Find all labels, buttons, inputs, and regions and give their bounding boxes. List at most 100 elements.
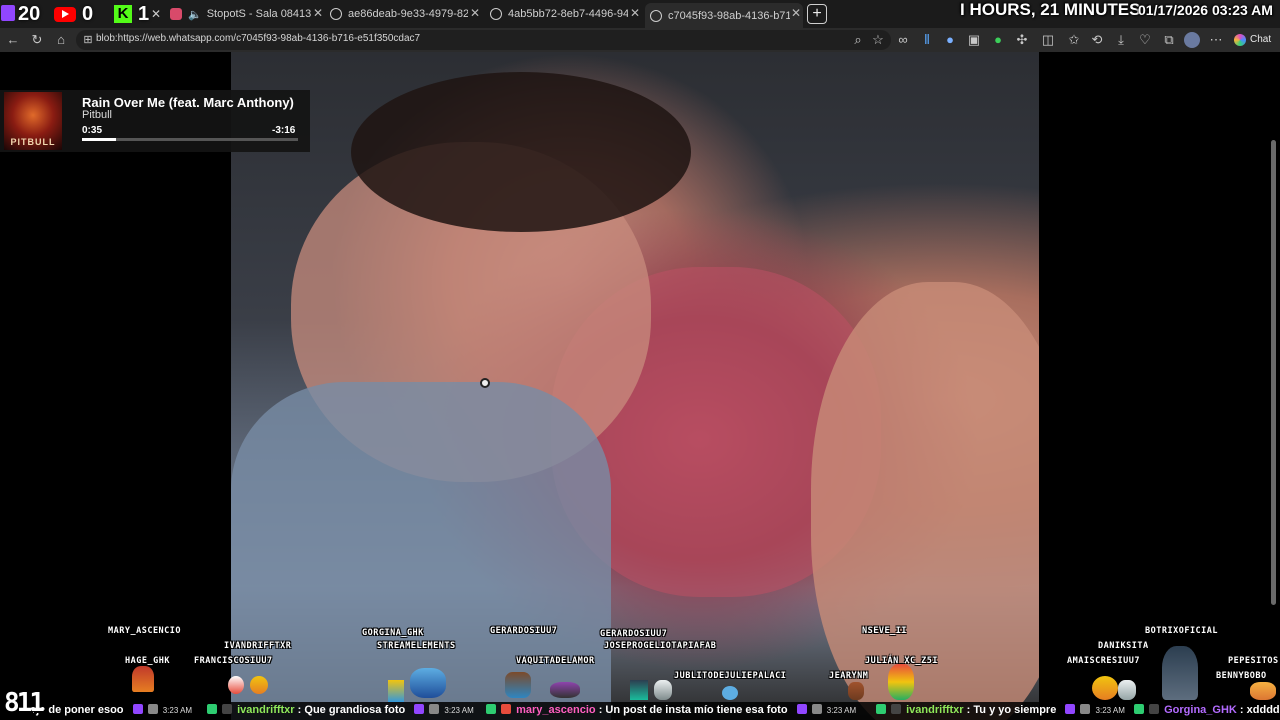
chat-text: xdddd: [1246, 704, 1280, 716]
close-tab-icon[interactable]: ✕: [468, 6, 482, 20]
chat-message: eja de poner esoo 3:23 AM: [30, 704, 192, 716]
twitch-badge-icon: [796, 704, 807, 714]
kick-badge-icon: [429, 704, 440, 714]
check-badge-icon: [486, 704, 496, 714]
chat-ticker: eja de poner esoo 3:23 AM ivandrifftxr :…: [0, 702, 1280, 720]
mod-badge-icon: [1149, 704, 1160, 714]
close-tab-icon[interactable]: ✕: [311, 6, 325, 20]
zoom-icon[interactable]: ⌕: [850, 32, 866, 48]
kick-viewer-count: 1: [138, 3, 150, 25]
avatar[interactable]: [1184, 32, 1200, 48]
tab-stopots[interactable]: 🔈 StopotS - Sala 08413 ✕: [170, 3, 325, 25]
zoom-cursor-icon: [480, 378, 490, 388]
viewer-sprite-icon: [1092, 676, 1118, 700]
back-arrow-icon[interactable]: ←: [5, 32, 21, 48]
viewer-sprite-icon: [1118, 680, 1136, 700]
tab-title: c7045f93-98ab-4136-b716-e51f3: [668, 9, 790, 22]
kick-badge-icon: [1080, 704, 1091, 714]
chat-time: 3:23 AM: [826, 706, 857, 715]
more-menu-icon[interactable]: ⋯: [1208, 32, 1224, 48]
download-icon[interactable]: ⤓: [1113, 32, 1129, 48]
viewer-sprite-icon: [250, 676, 268, 694]
extension-audio-icon[interactable]: ⦀: [919, 32, 935, 48]
viewer-name: JUBLITODEJULIEPALACI: [674, 671, 787, 681]
chat-username: ivandrifftxr: [906, 704, 964, 716]
twitch-badge-icon: [132, 704, 143, 714]
heart-badge-icon: [501, 704, 512, 714]
globe-icon: [330, 8, 342, 20]
extensions-puzzle-icon[interactable]: ✣: [1014, 32, 1030, 48]
tab-blob-active[interactable]: c7045f93-98ab-4136-b716-e51f3 ✕: [645, 3, 803, 28]
viewer-name: GERARDOSIUU7: [490, 626, 558, 636]
screenshot-icon[interactable]: ⧉: [1161, 32, 1177, 48]
site-info-icon[interactable]: ⊞: [80, 32, 96, 48]
viewer-sprite-icon: [1162, 646, 1198, 700]
viewer-name: IVANDRIFFTXR: [224, 641, 292, 651]
song-remaining-time: -3:16: [272, 125, 296, 136]
extension-glasses-icon[interactable]: ∞: [895, 32, 911, 48]
viewer-name: BENNYBOBO: [1216, 671, 1267, 681]
extension-blue-icon[interactable]: ●: [942, 32, 958, 48]
extension-screen-icon[interactable]: ▣: [966, 32, 982, 48]
close-tab-icon[interactable]: ✕: [789, 6, 803, 20]
close-tab-icon[interactable]: ✕: [628, 6, 642, 20]
kick-badge-icon: [147, 704, 158, 714]
chat-time: 3:23 AM: [1095, 706, 1125, 715]
viewer-name: JOSEPROGELIOTAPIAFAB: [604, 641, 717, 651]
extension-green-icon[interactable]: ●: [990, 32, 1006, 48]
youtube-icon: [54, 7, 76, 22]
now-playing-widget: PITBULL Rain Over Me (feat. Marc Anthony…: [0, 90, 310, 152]
url-text: blob:https://web.whatsapp.com/c7045f93-9…: [96, 33, 421, 44]
viewer-name: STREAMELEMENTS: [377, 641, 456, 651]
kick-badge-icon: [811, 704, 822, 714]
chat-message: mary_ascencio : Un post de insta mío tie…: [486, 704, 856, 716]
viewer-sprite-icon: [848, 682, 864, 700]
bookmark-star-icon[interactable]: ☆: [870, 32, 886, 48]
home-icon[interactable]: ⌂: [53, 32, 69, 48]
chat-text: Tu y yo siempre: [973, 704, 1057, 716]
tab-title: ae86deab-9e33-4979-82b0-37ea: [348, 8, 468, 20]
heart-icon[interactable]: ♡: [1137, 32, 1153, 48]
viewer-sprite-icon: [1250, 682, 1276, 700]
favorites-icon[interactable]: ✩: [1066, 32, 1082, 48]
speaker-icon[interactable]: 🔈: [188, 8, 202, 21]
tab-blob-2[interactable]: 4ab5bb72-8eb7-4496-94e0-761e ✕: [490, 3, 642, 25]
history-icon[interactable]: ⟲: [1089, 32, 1105, 48]
chat-username: Gorgina_GHK: [1164, 704, 1237, 716]
viewer-name: MARY_ASCENCIO: [108, 626, 182, 636]
tab-title: 4ab5bb72-8eb7-4496-94e0-761e: [508, 8, 628, 20]
song-elapsed-time: 0:35: [82, 125, 103, 136]
copilot-icon: [1234, 34, 1246, 46]
tab-blob-1[interactable]: ae86deab-9e33-4979-82b0-37ea ✕: [330, 3, 482, 25]
globe-icon: [490, 8, 502, 20]
chat-username: mary_ascencio: [516, 704, 596, 716]
viewer-sprite-icon: [654, 680, 672, 700]
chat-label: Chat: [1250, 34, 1272, 45]
chat-message: ivandrifftxr : Tu y yo siempre 3:23 AM: [876, 704, 1125, 716]
scrollbar[interactable]: [1271, 140, 1276, 605]
photo-hair-shape: [351, 72, 691, 232]
viewer-name: PEPESITOS: [1228, 656, 1279, 666]
copilot-chat-button[interactable]: Chat: [1230, 31, 1276, 49]
twitch-badge-icon: [1065, 704, 1076, 714]
close-tab-icon[interactable]: ✕: [151, 7, 161, 21]
viewer-sprite-icon: [228, 676, 244, 694]
split-view-icon[interactable]: ◫: [1040, 32, 1056, 48]
viewer-name: AMAISCRESIUU7: [1067, 656, 1141, 666]
mod-badge-icon: [891, 704, 902, 714]
viewer-name: GORGINA_GHK: [362, 628, 424, 638]
new-tab-button[interactable]: +: [807, 4, 827, 24]
viewer-sprite-icon: [505, 672, 531, 698]
youtube-viewer-count: 0: [82, 3, 94, 25]
check-badge-icon: [207, 704, 217, 714]
reload-icon[interactable]: ↻: [29, 32, 45, 48]
viewer-sprite-icon: [132, 666, 154, 692]
chat-username: ivandrifftxr: [237, 704, 295, 716]
viewer-sprite-icon: [722, 686, 738, 700]
stream-timer: I HOURS, 21 MINUTES: [960, 0, 1141, 19]
song-title: Rain Over Me (feat. Marc Anthony): [82, 95, 294, 110]
song-progress-fill: [82, 138, 116, 141]
viewed-photo[interactable]: [231, 52, 1039, 720]
album-art-label: PITBULL: [10, 137, 56, 147]
globe-icon: [650, 9, 662, 22]
